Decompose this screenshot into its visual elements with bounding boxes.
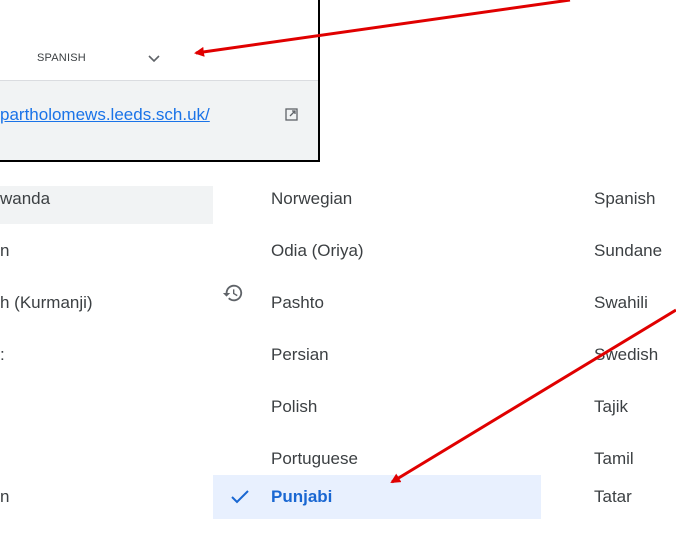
website-link[interactable]: partholomews.leeds.sch.uk/ xyxy=(0,105,210,125)
language-option-punjabi-selected[interactable]: Punjabi xyxy=(213,475,541,519)
language-option[interactable]: h (Kurmanji) xyxy=(0,281,93,325)
check-icon xyxy=(231,490,249,504)
language-option-tatar[interactable]: Tatar xyxy=(594,475,632,519)
language-dropdown[interactable]: SPANISH xyxy=(0,36,318,81)
external-link-icon[interactable] xyxy=(285,108,298,121)
chevron-down-icon[interactable] xyxy=(147,54,161,64)
language-option-odia[interactable]: Odia (Oriya) xyxy=(271,229,364,273)
selected-language-label: Punjabi xyxy=(271,487,333,506)
language-option-sundanese[interactable]: Sundane xyxy=(594,229,662,273)
language-option-swedish[interactable]: Swedish xyxy=(594,333,658,377)
language-option-tajik[interactable]: Tajik xyxy=(594,385,628,429)
language-option[interactable]: : xyxy=(0,333,5,377)
inset-top-strip xyxy=(0,0,318,37)
language-option-persian[interactable]: Persian xyxy=(271,333,329,377)
history-icon xyxy=(222,284,243,302)
language-dropdown-label: SPANISH xyxy=(37,52,86,64)
language-option-spanish[interactable]: Spanish xyxy=(594,177,655,221)
inset-callout: SPANISH partholomews.leeds.sch.uk/ xyxy=(0,0,320,162)
language-option-swahili[interactable]: Swahili xyxy=(594,281,648,325)
language-option-polish[interactable]: Polish xyxy=(271,385,317,429)
language-option[interactable]: n xyxy=(0,229,9,273)
inset-link-area: partholomews.leeds.sch.uk/ xyxy=(0,81,318,160)
language-option[interactable]: n xyxy=(0,475,9,519)
language-option[interactable]: wanda xyxy=(0,177,50,221)
language-option-norwegian[interactable]: Norwegian xyxy=(271,177,352,221)
language-option-pashto[interactable]: Pashto xyxy=(271,281,324,325)
